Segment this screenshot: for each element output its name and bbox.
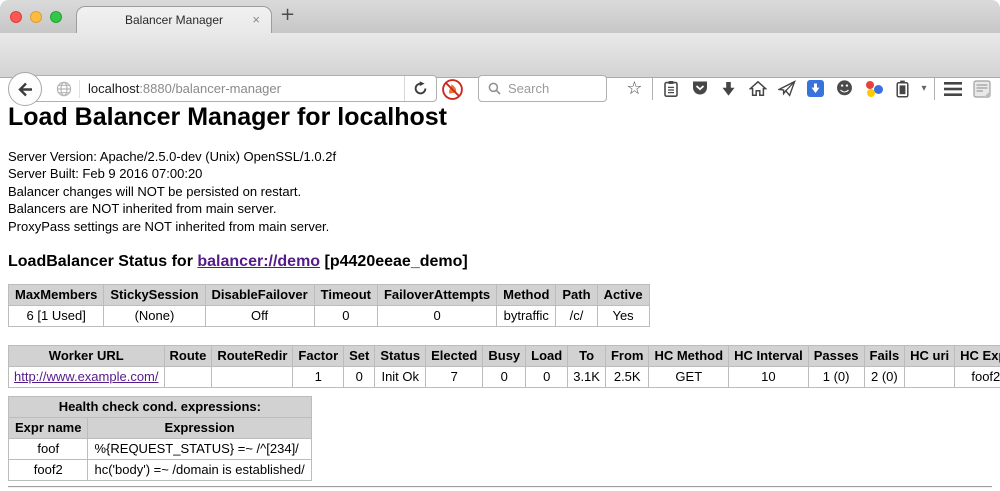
health-check-table: Health check cond. expressions: Expr nam… — [8, 396, 312, 481]
balancers-notice-line: Balancers are NOT inherited from main se… — [8, 200, 992, 218]
worker-url-link[interactable]: http://www.example.com/ — [14, 369, 159, 384]
tab-close-icon[interactable]: × — [252, 12, 260, 28]
table-row: 6 [1 Used] (None) Off 0 0 bytraffic /c/ … — [9, 306, 650, 327]
search-icon — [488, 82, 501, 95]
page-content: Load Balancer Manager for localhost Serv… — [0, 78, 1000, 491]
feedback-smiley-icon[interactable]: ☻ — [830, 72, 859, 106]
screenshot-extension-icon[interactable] — [967, 72, 996, 106]
reload-icon — [413, 81, 428, 96]
tab-title: Balancer Manager — [125, 13, 223, 27]
reload-button[interactable] — [404, 76, 436, 101]
battery-extension-icon[interactable] — [888, 72, 917, 106]
toolbar-separator — [652, 78, 653, 100]
balancer-settings-table: MaxMembers StickySession DisableFailover… — [8, 284, 650, 327]
server-built-line: Server Built: Feb 9 2016 07:00:20 — [8, 165, 992, 183]
reading-list-icon[interactable] — [656, 72, 685, 106]
health-table-title: Health check cond. expressions: — [9, 397, 312, 418]
browser-window: Balancer Manager × + localhost:888 — [0, 0, 1000, 491]
menu-hamburger-icon[interactable] — [938, 72, 967, 106]
zoom-window-button[interactable] — [50, 11, 62, 23]
home-icon[interactable] — [743, 72, 772, 106]
back-button[interactable] — [8, 72, 42, 106]
url-bar[interactable]: localhost:8880/balancer-manager — [26, 75, 437, 102]
overflow-caret-icon[interactable]: ▾ — [917, 72, 931, 106]
site-identity-globe-icon[interactable] — [54, 80, 80, 98]
search-bar[interactable]: Search — [478, 75, 607, 102]
url-text[interactable]: localhost:8880/balancer-manager — [88, 81, 281, 96]
tab-balancer-manager[interactable]: Balancer Manager × — [76, 6, 272, 33]
pocket-icon[interactable] — [685, 72, 714, 106]
minimize-window-button[interactable] — [30, 11, 42, 23]
send-tab-plane-icon[interactable] — [772, 72, 801, 106]
server-info: Server Version: Apache/2.5.0-dev (Unix) … — [8, 148, 992, 236]
search-placeholder: Search — [508, 81, 549, 96]
window-controls — [10, 11, 62, 23]
new-tab-button[interactable]: + — [280, 4, 295, 25]
table-header-row: Worker URL Route RouteRedir Factor Set S… — [9, 346, 1000, 367]
page-divider — [8, 486, 992, 488]
toolbar-separator — [934, 78, 935, 100]
bookmark-star-icon[interactable]: ☆ — [620, 72, 649, 106]
toolbar-buttons: ☆ — [620, 66, 996, 111]
table-row: foof %{REQUEST_STATUS} =~ /^[234]/ — [9, 439, 312, 460]
table-row: http://www.example.com/ 1 0 Init Ok 7 0 … — [9, 367, 1000, 388]
table-title-row: Health check cond. expressions: — [9, 397, 312, 418]
video-download-helper-icon[interactable] — [859, 72, 888, 106]
balancer-demo-link[interactable]: balancer://demo — [197, 253, 320, 270]
addon-downloader-icon[interactable] — [801, 72, 830, 106]
navigation-toolbar: localhost:8880/balancer-manager Search — [0, 33, 1000, 78]
back-arrow-icon — [17, 82, 34, 97]
downloads-icon[interactable] — [714, 72, 743, 106]
loadbalancer-status-heading: LoadBalancer Status for balancer://demo … — [8, 253, 992, 271]
table-header-row: Expr name Expression — [9, 418, 312, 439]
tab-bar: Balancer Manager × + — [0, 0, 1000, 33]
table-row: foof2 hc('body') =~ /domain is establish… — [9, 460, 312, 481]
content-blocker-icon[interactable] — [441, 78, 464, 101]
server-version-line: Server Version: Apache/2.5.0-dev (Unix) … — [8, 148, 992, 166]
close-window-button[interactable] — [10, 11, 22, 23]
proxypass-notice-line: ProxyPass settings are NOT inherited fro… — [8, 218, 992, 236]
table-header-row: MaxMembers StickySession DisableFailover… — [9, 285, 650, 306]
worker-table: Worker URL Route RouteRedir Factor Set S… — [8, 345, 1000, 388]
persist-notice-line: Balancer changes will NOT be persisted o… — [8, 183, 992, 201]
